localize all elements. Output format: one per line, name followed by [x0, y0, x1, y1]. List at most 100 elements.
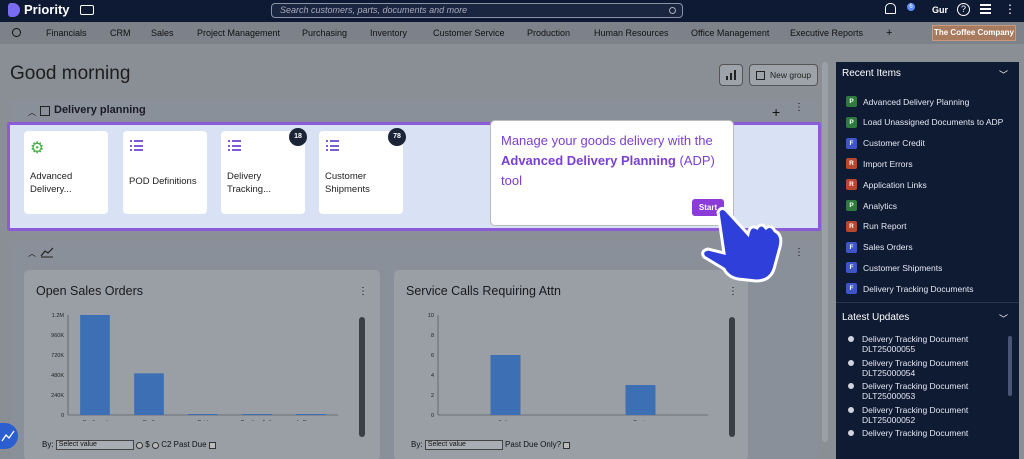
latest-updates-title: Latest Updates	[842, 312, 910, 323]
new-group-button[interactable]: New group	[749, 64, 818, 86]
update-item[interactable]: Delivery Tracking Document	[848, 428, 968, 438]
menu-office-management[interactable]: Office Management	[691, 28, 769, 38]
recent-item[interactable]: R Application Links	[846, 179, 927, 191]
bar[interactable]	[242, 414, 272, 415]
floating-analytics-button[interactable]	[0, 423, 18, 449]
search-icon[interactable]	[669, 7, 676, 14]
recent-item[interactable]: P Advanced Delivery Planning	[846, 96, 969, 107]
recent-item[interactable]: F Sales Orders	[846, 241, 913, 253]
search-input[interactable]: Search customers, parts, documents and m…	[271, 3, 683, 18]
menu-sales[interactable]: Sales	[151, 28, 174, 38]
recent-item-label: Customer Credit	[863, 138, 925, 149]
x-tick-label: Draft	[143, 420, 155, 421]
logo-mark-icon	[8, 2, 20, 17]
panel-menu-icon[interactable]: ⋮	[358, 287, 368, 297]
menu-executive-reports[interactable]: Executive Reports	[790, 28, 863, 38]
chevron-down-icon[interactable]: ﹀	[999, 312, 1008, 325]
update-id: DLT25000054	[862, 367, 916, 378]
search-placeholder: Search customers, parts, documents and m…	[280, 5, 468, 15]
updates-scrollbar[interactable]	[1008, 336, 1012, 396]
bar[interactable]	[625, 385, 656, 415]
user-initials[interactable]: Gur	[932, 5, 948, 15]
company-selector[interactable]: The Coffee Company	[932, 25, 1016, 41]
item-type-icon: R	[846, 220, 857, 232]
tile-label: Customer Shipments	[325, 171, 370, 195]
priority-logo[interactable]: Priority	[8, 2, 70, 17]
menu-icon[interactable]	[980, 4, 991, 14]
menu-project-management[interactable]: Project Management	[197, 28, 280, 38]
recent-item-label: Run Report	[863, 221, 907, 232]
menu-inventory[interactable]: Inventory	[370, 28, 407, 38]
recent-item[interactable]: F Customer Shipments	[846, 262, 942, 274]
id-card-icon[interactable]	[80, 5, 94, 15]
recent-item[interactable]: R Import Errors	[846, 158, 913, 170]
item-type-icon: P	[846, 116, 857, 128]
by-select[interactable]: Select value	[55, 440, 134, 450]
update-item[interactable]: Delivery Tracking Document DLT25000052	[848, 405, 968, 425]
bar[interactable]	[296, 414, 326, 415]
menu-customer-service[interactable]: Customer Service	[433, 28, 505, 38]
x-tick-label: Active	[498, 420, 513, 421]
y-tick-label: 720K	[51, 353, 64, 359]
tile-count-badge: 18	[289, 128, 307, 146]
recent-item[interactable]: R Run Report	[846, 220, 907, 232]
panel-menu-icon[interactable]: ⋮	[728, 287, 738, 297]
menu-human-resources[interactable]: Human Resources	[594, 28, 669, 38]
past-due-label: Past Due	[173, 440, 207, 450]
top-bar: Priority Search customers, parts, docume…	[0, 0, 1024, 22]
notification-badge[interactable]: 6	[907, 3, 915, 11]
tile-pod-definitions[interactable]: POD Definitions	[123, 131, 207, 214]
collapse-icon[interactable]: ︿	[28, 248, 36, 259]
menu-search-icon[interactable]	[12, 28, 21, 37]
tile-advanced-delivery[interactable]: ⚙ Advanced Delivery...	[24, 131, 108, 214]
section-menu-icon[interactable]: ⋮	[794, 103, 804, 113]
help-icon[interactable]: ?	[957, 3, 970, 16]
bell-icon[interactable]	[885, 3, 896, 14]
update-item[interactable]: Delivery Tracking Document DLT25000054	[848, 358, 968, 378]
y-tick-label: 0	[61, 413, 64, 419]
chevron-down-icon[interactable]: ﹀	[999, 68, 1008, 81]
bar[interactable]	[490, 355, 521, 415]
bar-chart-icon	[726, 70, 736, 80]
panel-scrollbar[interactable]	[729, 317, 735, 437]
recent-item[interactable]: F Customer Credit	[846, 137, 925, 149]
update-item[interactable]: Delivery Tracking Document DLT25000053	[848, 381, 968, 401]
past-due-checkbox[interactable]	[208, 441, 216, 449]
menu-production[interactable]: Production	[527, 28, 570, 38]
collapse-icon[interactable]: ︿	[28, 107, 36, 118]
c2-radio[interactable]	[151, 441, 159, 449]
chart-toggle-button[interactable]	[719, 64, 743, 86]
recent-item[interactable]: P Analytics	[846, 200, 897, 211]
by-select[interactable]: Select value	[424, 440, 503, 450]
tile-label: Delivery Tracking...	[227, 171, 271, 195]
y-tick-label: 4	[431, 373, 434, 379]
pointing-hand-icon	[701, 206, 783, 283]
section-menu-icon[interactable]: ⋮	[794, 248, 804, 258]
more-icon[interactable]: ⋮	[1004, 3, 1016, 15]
panel-scrollbar[interactable]	[359, 317, 365, 437]
bar[interactable]	[188, 414, 218, 415]
add-tile-button[interactable]: +	[772, 104, 780, 120]
chart-icon	[1, 430, 15, 442]
currency-radio[interactable]	[136, 441, 144, 449]
panel-title: Service Calls Requiring Attn	[406, 284, 561, 298]
menu-add-button[interactable]: +	[886, 27, 892, 39]
y-tick-label: 0	[431, 413, 434, 419]
menu-purchasing[interactable]: Purchasing	[302, 28, 347, 38]
main-scrollbar[interactable]	[822, 62, 828, 442]
menu-crm[interactable]: CRM	[110, 28, 131, 38]
recent-item-label: Import Errors	[863, 158, 913, 169]
past-due-only-checkbox[interactable]	[563, 441, 571, 449]
update-line: Delivery Tracking Document	[862, 404, 969, 415]
update-item[interactable]: Delivery Tracking Document DLT25000055	[848, 334, 968, 354]
list-icon	[228, 140, 241, 151]
y-tick-label: 1.2M	[52, 313, 65, 319]
y-tick-label: 8	[431, 333, 434, 339]
bar[interactable]	[134, 373, 164, 415]
popover-text: Manage your goods delivery with the Adva…	[501, 131, 729, 191]
bar[interactable]	[80, 315, 110, 415]
menu-financials[interactable]: Financials	[46, 28, 87, 38]
recent-item[interactable]: F Delivery Tracking Documents	[846, 283, 974, 295]
item-type-icon: R	[846, 179, 857, 191]
recent-item[interactable]: P Load Unassigned Documents to ADP	[846, 116, 1003, 128]
